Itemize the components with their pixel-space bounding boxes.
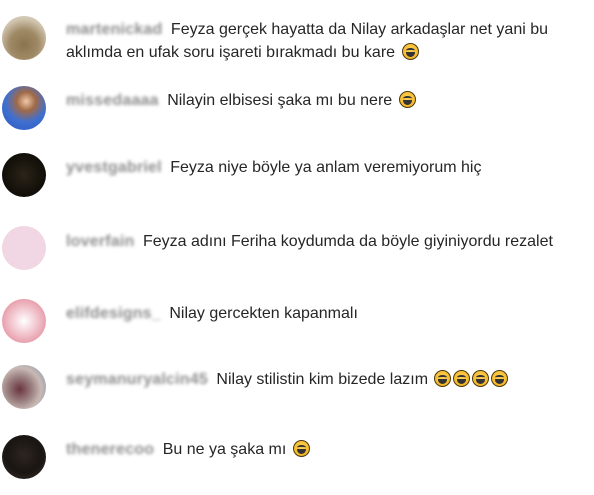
face-with-tears-of-joy-icon [292, 440, 310, 457]
comment-username[interactable]: thenerecoo [66, 441, 154, 458]
comment-text: Feyza adını Feriha koydumda da böyle giy… [142, 233, 553, 250]
comment-3: yvestgabriel Feyza niye böyle ya anlam v… [0, 150, 594, 200]
comment-username[interactable]: seymanuryalcin45 [66, 371, 208, 388]
comment-4: loverfain Feyza adını Feriha koydumda da… [0, 222, 594, 278]
comment-2: missedaaaa Nilayin elbisesi şaka mı bu n… [0, 82, 594, 132]
avatar[interactable] [2, 299, 46, 343]
face-with-tears-of-joy-icon [401, 43, 419, 60]
comment-username[interactable]: martenickad [66, 21, 162, 38]
avatar[interactable] [2, 226, 46, 270]
comment-username[interactable]: missedaaaa [66, 92, 159, 109]
comment-username[interactable]: loverfain [66, 233, 135, 250]
comment-username[interactable]: elifdesigns_ [66, 305, 161, 322]
comment-7: thenerecoo Bu ne ya şaka mı [0, 432, 594, 482]
avatar[interactable] [2, 365, 46, 409]
comment-text: Nilay stilistin kim bizede lazım [216, 371, 429, 388]
avatar[interactable] [2, 435, 46, 479]
comment-text: Bu ne ya şaka mı [162, 441, 287, 458]
avatar[interactable] [2, 16, 46, 60]
comment-5: elifdesigns_ Nilay gercekten kapanmalı [0, 295, 594, 345]
avatar[interactable] [2, 153, 46, 197]
comment-1: martenickad Feyza gerçek hayatta da Nila… [0, 12, 594, 72]
comment-text: Nilay gercekten kapanmalı [169, 305, 358, 322]
face-with-tears-of-joy-icon [491, 370, 509, 387]
face-with-tears-of-joy-icon [398, 91, 416, 108]
avatar[interactable] [2, 86, 46, 130]
face-with-tears-of-joy-icon [472, 370, 490, 387]
comment-6: seymanuryalcin45 Nilay stilistin kim biz… [0, 362, 594, 412]
comment-text: Feyza niye böyle ya anlam veremiyorum hi… [170, 159, 482, 176]
face-with-tears-of-joy-icon [453, 370, 471, 387]
comment-text: Nilayin elbisesi şaka mı bu nere [167, 92, 393, 109]
face-with-tears-of-joy-icon [434, 370, 452, 387]
comment-username[interactable]: yvestgabriel [66, 159, 162, 176]
